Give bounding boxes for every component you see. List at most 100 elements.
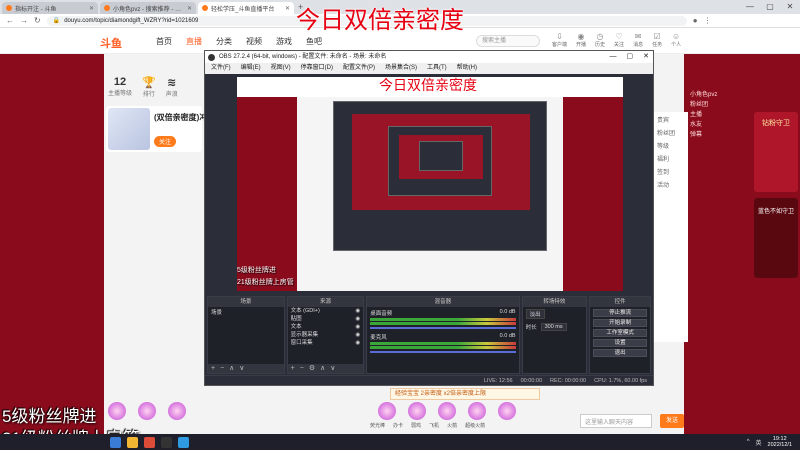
close-icon[interactable]: ✕ xyxy=(187,5,192,12)
streamer-avatar[interactable] xyxy=(108,108,150,150)
menu-view[interactable]: 视图(V) xyxy=(271,63,291,74)
send-button[interactable]: 发送 xyxy=(660,414,684,428)
message-button[interactable]: ✉ 消息 xyxy=(633,32,643,48)
minimize-icon[interactable]: — xyxy=(740,0,760,14)
gift-icon[interactable] xyxy=(498,402,516,420)
maximize-icon[interactable]: ▢ xyxy=(760,0,780,14)
nav-fishbar[interactable]: 鱼吧 xyxy=(306,36,322,47)
follow-button[interactable]: 关注 xyxy=(154,136,177,147)
ranking[interactable]: 🏆 排行 xyxy=(142,76,156,98)
start-recording-button[interactable]: 开始录制 xyxy=(593,319,647,327)
profile-icon[interactable]: ● xyxy=(693,16,698,25)
menu-scene-collection[interactable]: 场景集合(S) xyxy=(385,63,417,74)
close-icon[interactable]: ✕ xyxy=(285,5,290,12)
folder-icon[interactable] xyxy=(127,436,138,448)
site-search-input[interactable]: 搜索主播 xyxy=(476,35,540,47)
panel-item[interactable]: 等级 xyxy=(657,141,685,150)
gift-icon[interactable] xyxy=(408,402,426,420)
minimize-icon[interactable]: — xyxy=(610,51,617,63)
gift-icon[interactable] xyxy=(138,402,156,420)
menu-docks[interactable]: 停靠窗口(D) xyxy=(301,63,333,74)
nav-games[interactable]: 游戏 xyxy=(276,36,292,47)
reload-icon[interactable]: ↻ xyxy=(34,16,41,25)
tray-expand-icon[interactable]: ^ xyxy=(747,439,750,445)
eye-icon[interactable]: ◉ xyxy=(355,307,360,315)
gift-icon[interactable] xyxy=(438,402,456,420)
source-item[interactable]: 文本 ◉ xyxy=(288,323,364,331)
menu-icon[interactable]: ⋮ xyxy=(704,16,712,25)
transition-select[interactable]: 淡出 xyxy=(525,309,545,319)
maximize-icon[interactable]: ▢ xyxy=(627,51,634,63)
side-promo-card[interactable]: 蓝色不如守卫 xyxy=(754,198,798,278)
stop-streaming-button[interactable]: 停止推流 xyxy=(593,309,647,317)
forward-icon[interactable]: → xyxy=(20,16,28,25)
source-item[interactable]: 贴图 ◉ xyxy=(288,315,364,323)
obs-preview-canvas[interactable]: 今日双倍亲密度 5级粉丝牌进 21级粉丝牌上房管 xyxy=(237,77,623,291)
nav-category[interactable]: 分类 xyxy=(216,36,232,47)
studio-mode-button[interactable]: 工作室模式 xyxy=(593,329,647,337)
eye-icon[interactable]: ◉ xyxy=(355,331,360,339)
back-icon[interactable]: ← xyxy=(6,16,14,25)
overlay-line-1: 5级粉丝牌进 xyxy=(2,407,97,426)
system-clock[interactable]: 19:12 2022/12/1 xyxy=(768,436,792,448)
nav-home[interactable]: 首页 xyxy=(156,36,172,47)
panel-item[interactable]: 粉丝团 xyxy=(657,128,685,137)
side-chat-list: 小角色pvz 粉丝团 主播 水友 弹幕 xyxy=(690,90,750,140)
mixer-dock: 混音器 桌面音频 0.0 dB 麦克风 0.0 dB xyxy=(366,296,520,374)
source-item[interactable]: 文本 (GDI+) ◉ xyxy=(288,307,364,315)
source-item[interactable]: 显示器采集 ◉ xyxy=(288,331,364,339)
chrome-icon[interactable] xyxy=(144,436,155,448)
broadcast-button[interactable]: ◉ 开播 xyxy=(576,32,586,48)
gift-icon[interactable] xyxy=(378,402,396,420)
eye-icon[interactable]: ◉ xyxy=(355,315,360,323)
eye-icon[interactable]: ◉ xyxy=(355,323,360,331)
panel-item[interactable]: 签到 xyxy=(657,167,685,176)
close-icon[interactable]: ✕ xyxy=(89,5,94,12)
gift-label: 飞机 xyxy=(429,423,440,429)
client-button[interactable]: ⇩ 客户端 xyxy=(552,32,567,48)
chat-line: 粉丝团 xyxy=(690,102,709,108)
side-promo-banner[interactable]: 钻粉守卫 xyxy=(754,112,798,192)
task-button[interactable]: ☑ 任务 xyxy=(652,32,662,48)
panel-item[interactable]: 贵宾 xyxy=(657,115,685,124)
menu-tools[interactable]: 工具(T) xyxy=(427,63,447,74)
sources-dock-title: 来源 xyxy=(287,297,364,307)
explorer-icon[interactable] xyxy=(110,436,121,448)
panel-item[interactable]: 活动 xyxy=(657,180,685,189)
taskbar: ^ 英 19:12 2022/12/1 xyxy=(0,434,800,450)
browser-tab[interactable]: 指标开注 - 斗鱼 ✕ xyxy=(2,2,98,14)
obs-icon[interactable] xyxy=(161,436,172,448)
exit-button[interactable]: 退出 xyxy=(593,349,647,357)
close-window-icon[interactable]: ✕ xyxy=(780,0,800,14)
menu-help[interactable]: 帮助(H) xyxy=(457,63,477,74)
gift-icon[interactable] xyxy=(468,402,486,420)
ime-indicator[interactable]: 英 xyxy=(756,438,762,447)
duration-input[interactable]: 300 ms xyxy=(540,323,567,331)
sources-dock-toolbar[interactable]: +−⚙∧∨ xyxy=(287,364,364,373)
scenes-dock-toolbar[interactable]: +−∧∨ xyxy=(208,364,284,373)
source-item[interactable]: 窗口采集 ◉ xyxy=(288,339,364,347)
sound-wave[interactable]: ≋ 声浪 xyxy=(166,76,178,98)
menu-edit[interactable]: 编辑(E) xyxy=(241,63,261,74)
browser-tab[interactable]: 小角色pvz - 搜索推荐 - 斗鱼直播 ✕ xyxy=(100,2,196,14)
history-button[interactable]: ◷ 历史 xyxy=(595,32,605,48)
browser-tab-active[interactable]: 轻松学压_斗鱼直播平台 ✕ xyxy=(198,2,294,14)
eye-icon[interactable]: ◉ xyxy=(355,339,360,347)
app-icon[interactable] xyxy=(178,436,189,448)
scene-item[interactable]: 场景 xyxy=(208,307,284,317)
douyu-logo[interactable]: 斗鱼 xyxy=(100,35,122,51)
volume-slider[interactable] xyxy=(370,327,516,329)
nav-live[interactable]: 直播 xyxy=(186,36,202,47)
panel-item[interactable]: 福利 xyxy=(657,154,685,163)
gift-icon[interactable] xyxy=(168,402,186,420)
window-controls: — ▢ ✕ xyxy=(740,0,800,14)
nav-video[interactable]: 视频 xyxy=(246,36,262,47)
chat-input[interactable]: 这里输入聊天内容 xyxy=(580,414,652,428)
user-button[interactable]: ☺ 个人 xyxy=(671,32,681,48)
menu-file[interactable]: 文件(F) xyxy=(211,63,231,74)
volume-slider[interactable] xyxy=(370,351,516,353)
follow-list-button[interactable]: ♡ 关注 xyxy=(614,32,624,48)
menu-profile[interactable]: 配置文件(P) xyxy=(343,63,375,74)
close-icon[interactable]: ✕ xyxy=(643,51,649,63)
settings-button[interactable]: 设置 xyxy=(593,339,647,347)
